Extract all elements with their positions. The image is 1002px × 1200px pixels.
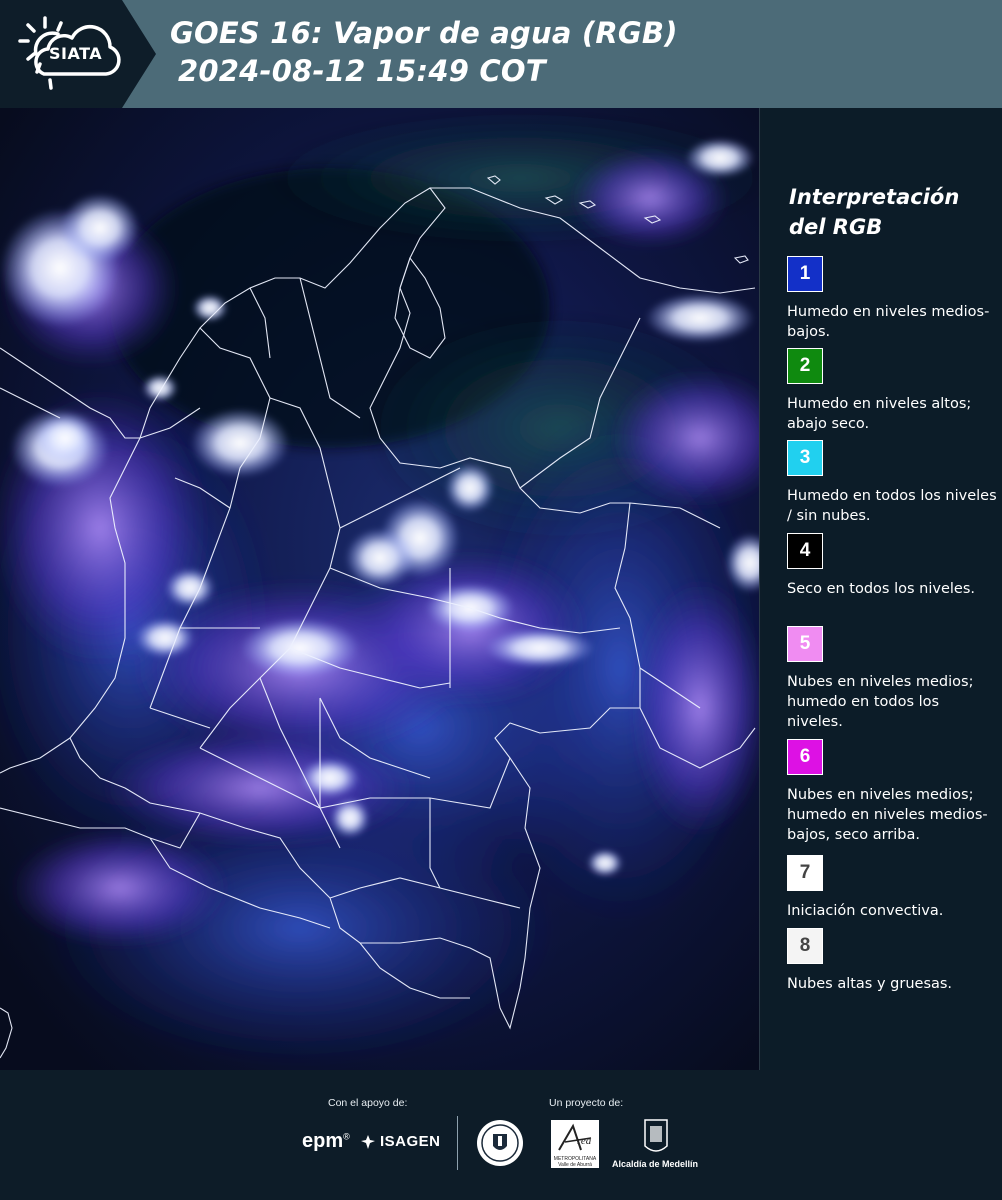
legend-item-2: 2 Humedo en niveles altos; abajo seco. (787, 348, 997, 434)
legend-swatch: 8 (787, 928, 823, 964)
footer: Con el apoyo de: Un proyecto de: epm® IS… (0, 1070, 1002, 1200)
header: SIATA GOES 16: Vapor de agua (RGB) 2024-… (0, 0, 1002, 108)
legend-item-1: 1 Humedo en niveles medios-bajos. (787, 256, 997, 342)
area-mark-icon: rea (558, 1123, 592, 1151)
page-timestamp: 2024-08-12 15:49 COT (178, 54, 546, 88)
legend-swatch: 1 (787, 256, 823, 292)
legend-description: Nubes altas y gruesas. (787, 976, 953, 992)
legend-swatch: 4 (787, 533, 823, 569)
rgb-legend: Interpretación del RGB 1 Humedo en nivele… (762, 108, 1002, 1070)
legend-swatch: 3 (787, 440, 823, 476)
isagen-mark-icon (361, 1134, 375, 1149)
legend-description: Humedo en niveles medios-bajos. (787, 304, 990, 340)
svg-text:rea: rea (577, 1135, 592, 1147)
area-metropolitana-logo: rea METROPOLITANA Valle de Aburrá (551, 1120, 599, 1168)
legend-description: Nubes en niveles medios; humedo en todos… (787, 674, 974, 730)
epm-logo-text: epm (302, 1130, 344, 1152)
project-label: Un proyecto de: (549, 1097, 624, 1109)
legend-title: Interpretación del RGB (789, 185, 960, 239)
satellite-map (0, 108, 760, 1070)
legend-swatch: 2 (787, 348, 823, 384)
legend-description: Nubes en niveles medios; humedo en nivel… (787, 787, 988, 843)
siata-logo-text: SIATA (49, 44, 103, 63)
page-title: GOES 16: Vapor de agua (RGB) (170, 16, 678, 50)
epm-logo: epm® (302, 1130, 350, 1152)
area-logo-text: METROPOLITANA Valle de Aburrá (553, 1156, 597, 1168)
legend-description: Humedo en niveles altos; abajo seco. (787, 396, 972, 432)
legend-description: Iniciación convectiva. (787, 903, 944, 919)
legend-item-7: 7 Iniciación convectiva. (787, 855, 997, 921)
legend-swatch: 5 (787, 626, 823, 662)
legend-description: Humedo en todos los niveles / sin nubes. (787, 488, 997, 524)
water-vapor-rgb-image (0, 108, 759, 1070)
legend-swatch: 7 (787, 855, 823, 891)
legend-item-6: 6 Nubes en niveles medios; humedo en nive… (787, 739, 997, 845)
alcaldia-logo-text: Alcaldía de Medellín (612, 1159, 699, 1169)
legend-item-3: 3 Humedo en todos los niveles / sin nubes… (787, 440, 997, 526)
legend-item-8: 8 Nubes altas y gruesas. (787, 928, 997, 994)
legend-item-5: 5 Nubes en niveles medios; humedo en todo… (787, 626, 997, 732)
legend-description: Seco en todos los niveles. (787, 581, 975, 597)
isagen-logo-text: ISAGEN (380, 1133, 441, 1150)
isagen-logo: ISAGEN (360, 1133, 441, 1150)
legend-item-4: 4 Seco en todos los niveles. (787, 533, 997, 599)
support-label: Con el apoyo de: (328, 1097, 408, 1109)
legend-swatch: 6 (787, 739, 823, 775)
footer-divider (457, 1116, 458, 1170)
university-seal-icon (477, 1120, 523, 1166)
